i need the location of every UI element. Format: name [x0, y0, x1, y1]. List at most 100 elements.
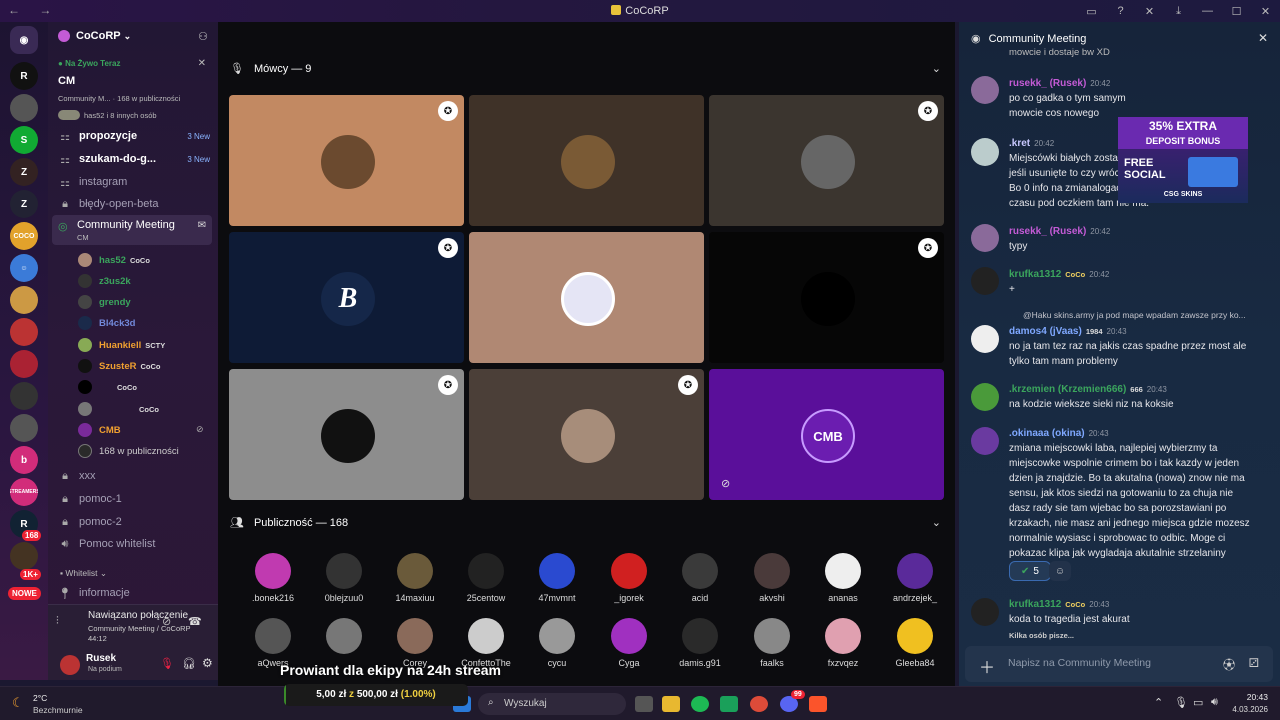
channel-bledy[interactable]: 🔒︎ błędy-open-beta	[58, 194, 210, 214]
audience-member[interactable]: akvshi	[742, 553, 802, 603]
audience-member[interactable]: ananas	[813, 553, 873, 603]
server-icon[interactable]	[10, 542, 38, 570]
stage-member[interactable]: CoCo	[78, 378, 137, 396]
live-title[interactable]: CM	[58, 75, 75, 87]
stage-member[interactable]: SzusteR CoCo	[78, 357, 160, 375]
mic-icon[interactable]: 🎙︎	[1174, 696, 1188, 709]
stage-member[interactable]: CMB	[78, 421, 121, 439]
channel-szukam[interactable]: ⚏ szukam-do-g... 3 New	[58, 149, 210, 169]
tools-icon[interactable]: ✕	[1135, 5, 1164, 18]
message-author[interactable]: .kret	[1009, 138, 1030, 149]
audience-member[interactable]: Corey	[385, 618, 445, 668]
audience-member[interactable]	[314, 618, 374, 658]
network-icon[interactable]: ▭	[1193, 696, 1203, 709]
stage-member[interactable]: CoCo	[78, 400, 159, 418]
server-icon[interactable]	[10, 94, 38, 122]
channel-xxx[interactable]: 🔒︎ xxx	[58, 466, 210, 486]
task-view-icon[interactable]	[635, 696, 653, 712]
message-author[interactable]: krufka1312	[1009, 269, 1061, 280]
server-icon[interactable]	[10, 414, 38, 442]
audience-member[interactable]: _igorek	[599, 553, 659, 603]
maximize-button[interactable]: ☐	[1222, 5, 1251, 18]
volume-icon[interactable]: 🔊︎	[1211, 696, 1218, 709]
speaker-tile[interactable]: CMB ⊘	[709, 369, 944, 500]
speaker-tile[interactable]: ✪	[709, 232, 944, 363]
avatar[interactable]	[971, 427, 999, 455]
audience-header[interactable]: 👥︎ Publiczność — 168	[230, 516, 348, 530]
chevron-down-icon[interactable]: ⌄	[932, 516, 941, 529]
stage-member[interactable]: Huankiell SCTY	[78, 336, 165, 354]
headphones-icon[interactable]: 🎧︎	[182, 657, 196, 670]
audience-member[interactable]: 47mvmnt	[527, 553, 587, 603]
speaker-tile[interactable]	[469, 95, 704, 226]
speaker-tile[interactable]: ✪	[469, 369, 704, 500]
help-icon[interactable]: ?	[1106, 5, 1135, 17]
mic-muted-icon[interactable]: 🎙︎	[160, 657, 174, 670]
brave-icon[interactable]	[809, 696, 827, 712]
server-icon[interactable]: Z	[10, 158, 38, 186]
audience-member[interactable]: Cyga	[599, 618, 659, 668]
settings-icon[interactable]: ⚙	[202, 656, 213, 670]
message-input[interactable]: ＋ Napisz na Community Meeting ⚽︎ ⚂	[965, 646, 1273, 682]
server-icon[interactable]	[10, 286, 38, 314]
audience-member[interactable]: fxzvqez	[813, 618, 873, 668]
channel-informacje[interactable]: 📍︎ informacje	[58, 583, 210, 603]
add-reaction-icon[interactable]: ☺	[1049, 561, 1071, 581]
audience-member[interactable]: 14maxiuu	[385, 553, 445, 603]
audience-member[interactable]: aQwers	[243, 618, 303, 668]
speaker-tile[interactable]: B ✪	[229, 232, 464, 363]
avatar[interactable]	[971, 76, 999, 104]
channel-pomoc-1[interactable]: 🔒︎ pomoc-1	[58, 489, 210, 509]
stage-member[interactable]: grendy	[78, 293, 131, 311]
channel-community-meeting[interactable]: ◎ Community Meeting CM ✉	[52, 215, 212, 245]
close-icon[interactable]: ✕	[1258, 31, 1268, 45]
minimize-button[interactable]: —	[1193, 5, 1222, 17]
disconnect-icon[interactable]: ☎	[188, 615, 202, 628]
message-author[interactable]: rusekk_	[1009, 78, 1047, 89]
reply-preview[interactable]: @Haku skins.army ja pod mape wpadam zaws…	[1023, 310, 1246, 320]
inbox-icon[interactable]: ▭	[1077, 5, 1106, 18]
close-button[interactable]: ✕	[1251, 5, 1280, 18]
avatar[interactable]	[971, 224, 999, 252]
message-author[interactable]: .okinaaa	[1009, 428, 1049, 439]
avatar[interactable]	[60, 655, 80, 675]
message-author[interactable]: .krzemien	[1009, 384, 1055, 395]
spotify-icon[interactable]	[691, 696, 709, 712]
avatar[interactable]	[971, 325, 999, 353]
file-explorer-icon[interactable]	[662, 696, 680, 712]
message-author[interactable]: damos4	[1009, 326, 1047, 337]
audience-member[interactable]: 25centow	[456, 553, 516, 603]
discord-home-icon[interactable]: ◉	[10, 26, 38, 54]
channel-propozycje[interactable]: ⚏ propozycje 3 New	[58, 126, 210, 146]
stage-member[interactable]: Bl4ck3d	[78, 314, 135, 332]
server-icon[interactable]	[10, 382, 38, 410]
server-icon-coco[interactable]: COCO	[10, 222, 38, 250]
chevron-down-icon[interactable]: ⌄	[932, 62, 941, 75]
message-author[interactable]: krufka1312	[1009, 599, 1061, 610]
server-icon[interactable]: S	[10, 126, 38, 154]
voice-channel[interactable]: Community Meeting / CoCoRP	[88, 624, 191, 633]
speaker-tile[interactable]: ✪	[229, 95, 464, 226]
reaction-button[interactable]: ✔ 5	[1009, 561, 1051, 581]
category-whitelist[interactable]: ▪ Whitelist ⌄	[60, 568, 107, 579]
server-icon[interactable]	[10, 350, 38, 378]
speaker-tile[interactable]	[469, 232, 704, 363]
audience-member[interactable]: faalks	[742, 618, 802, 668]
app-icon[interactable]	[720, 696, 738, 712]
server-icon-coco-blue[interactable]: ☺	[10, 254, 38, 282]
chrome-icon[interactable]	[750, 696, 768, 712]
apps-icon[interactable]: ⚂	[1249, 656, 1259, 670]
audience-member[interactable]: ConfettoThe	[456, 618, 516, 668]
plus-icon[interactable]: ＋	[979, 654, 995, 678]
speaker-tile[interactable]: ✪	[229, 369, 464, 500]
avatar[interactable]	[971, 383, 999, 411]
avatar[interactable]	[971, 138, 999, 166]
server-icon[interactable]: b	[10, 446, 38, 474]
server-icon[interactable]: Z	[10, 190, 38, 218]
stage-member[interactable]: z3us2k	[78, 272, 131, 290]
chat-icon[interactable]: ✉	[198, 220, 206, 231]
tray-chevron-icon[interactable]: ⌃	[1154, 696, 1163, 709]
weather-temp[interactable]: 2°C	[33, 693, 47, 703]
avatar[interactable]	[971, 598, 999, 626]
close-icon[interactable]: ✕	[198, 58, 206, 69]
